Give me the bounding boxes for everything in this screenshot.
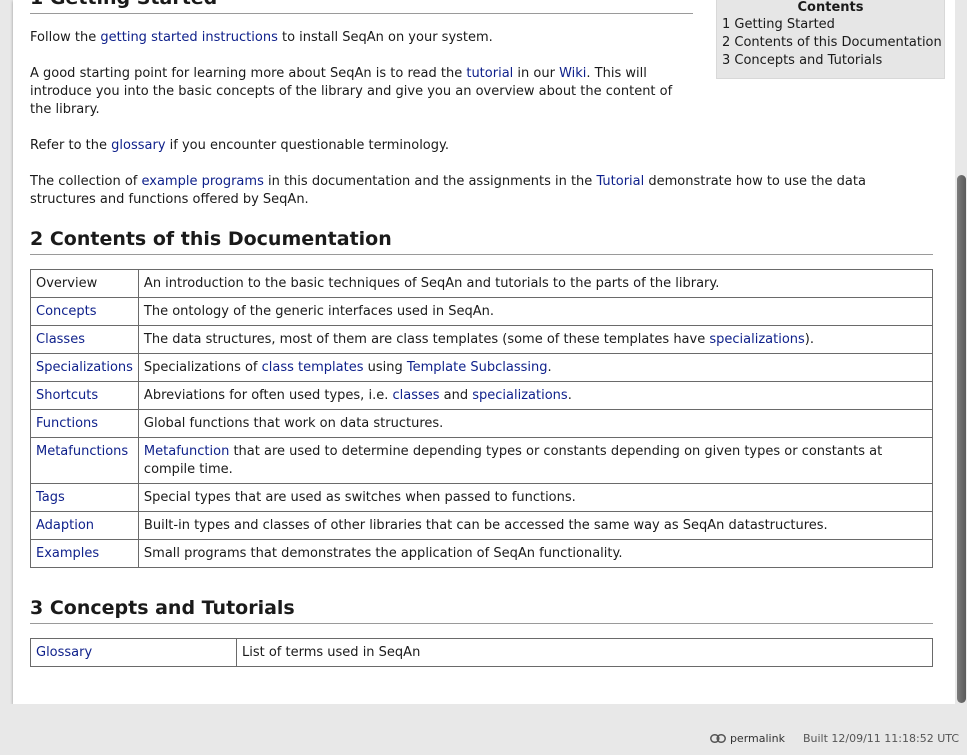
template-subclassing-link[interactable]: Template Subclassing — [407, 360, 548, 375]
row-desc-concepts: The ontology of the generic interfaces u… — [137, 297, 934, 326]
class-templates-link[interactable]: class templates — [262, 360, 364, 375]
row-name-overview: Overview — [30, 269, 139, 298]
chain-link-icon — [710, 733, 726, 743]
glossary-link[interactable]: glossary — [111, 138, 165, 153]
tutorial-assignments-link[interactable]: Tutorial — [596, 174, 644, 189]
row-desc-examples: Small programs that demonstrates the app… — [137, 539, 934, 568]
adaption-link[interactable]: Adaption — [36, 518, 94, 533]
section-heading-contents: 2 Contents of this Documentation — [30, 227, 933, 255]
table-row: Functions Global functions that work on … — [30, 409, 934, 438]
row-desc-overview: An introduction to the basic techniques … — [137, 269, 934, 298]
table-row: Metafunctions Metafunction that are used… — [30, 437, 934, 484]
toc-item-concepts-tutorials[interactable]: 3 Concepts and Tutorials — [722, 52, 939, 70]
tags-link[interactable]: Tags — [36, 490, 65, 505]
paragraph-install: Follow the getting started instructions … — [30, 30, 493, 45]
row-desc-specializations: Specializations of class templates using… — [137, 353, 934, 382]
table-row: Examples Small programs that demonstrate… — [30, 539, 934, 568]
specializations-link[interactable]: Specializations — [36, 360, 133, 375]
metafunctions-link[interactable]: Metafunctions — [36, 444, 128, 459]
build-timestamp: Built 12/09/11 11:18:52 UTC — [802, 732, 959, 745]
table-row: Overview An introduction to the basic te… — [30, 269, 934, 298]
toc-title: Contents — [797, 0, 864, 15]
glossary-table-link[interactable]: Glossary — [36, 645, 92, 660]
toc-item-contents[interactable]: 2 Contents of this Documentation — [722, 34, 942, 52]
table-row: Glossary List of terms used in SeqAn — [30, 638, 933, 667]
row-desc-classes: The data structures, most of them are cl… — [137, 325, 934, 354]
table-row: Adaption Built-in types and classes of o… — [30, 511, 934, 540]
classes-inline-link[interactable]: classes — [392, 388, 439, 403]
paragraph-glossary: Refer to the glossary if you encounter q… — [30, 138, 449, 153]
row-desc-shortcuts: Abreviations for often used types, i.e. … — [137, 381, 934, 410]
row-desc-tags: Special types that are used as switches … — [137, 483, 934, 512]
wiki-link[interactable]: Wiki — [559, 66, 586, 81]
section-heading-getting-started: 1 Getting Started — [30, 0, 693, 14]
getting-started-instructions-link[interactable]: getting started instructions — [100, 30, 277, 45]
concepts-table: Glossary List of terms used in SeqAn — [30, 638, 933, 667]
concepts-link[interactable]: Concepts — [36, 304, 97, 319]
contents-table: Overview An introduction to the basic te… — [30, 269, 934, 568]
specializations-inline-link-2[interactable]: specializations — [472, 388, 567, 403]
classes-link[interactable]: Classes — [36, 332, 85, 347]
table-row: Tags Special types that are used as swit… — [30, 483, 934, 512]
example-programs-link[interactable]: example programs — [141, 174, 263, 189]
shortcuts-link[interactable]: Shortcuts — [36, 388, 98, 403]
metafunction-inline-link[interactable]: Metafunction — [144, 444, 229, 459]
tutorial-link[interactable]: tutorial — [466, 66, 513, 81]
table-row: Concepts The ontology of the generic int… — [30, 297, 934, 326]
examples-link[interactable]: Examples — [36, 546, 99, 561]
table-of-contents: Contents 1 Getting Started 2 Contents of… — [716, 0, 945, 79]
footer-info: permalink Built 12/09/11 11:18:52 UTC — [710, 732, 959, 745]
specializations-inline-link[interactable]: specializations — [709, 332, 804, 347]
row-desc-metafunctions: Metafunction that are used to determine … — [137, 437, 934, 484]
vertical-scrollbar-thumb[interactable] — [957, 175, 966, 703]
row-desc-glossary: List of terms used in SeqAn — [236, 638, 933, 667]
table-row: Specializations Specializations of class… — [30, 353, 934, 382]
row-desc-functions: Global functions that work on data struc… — [137, 409, 934, 438]
table-row: Shortcuts Abreviations for often used ty… — [30, 381, 934, 410]
table-row: Classes The data structures, most of the… — [30, 325, 934, 354]
row-desc-adaption: Built-in types and classes of other libr… — [137, 511, 934, 540]
section-heading-concepts-tutorials: 3 Concepts and Tutorials — [30, 596, 933, 624]
documentation-page: 1 Getting Started Follow the getting sta… — [13, 0, 955, 704]
paragraph-tutorial: A good starting point for learning more … — [30, 66, 673, 117]
toc-item-getting-started[interactable]: 1 Getting Started — [722, 16, 939, 34]
page-footer: permalink Built 12/09/11 11:18:52 UTC — [0, 704, 967, 755]
permalink-link[interactable]: permalink — [730, 732, 785, 745]
functions-link[interactable]: Functions — [36, 416, 98, 431]
paragraph-examples: The collection of example programs in th… — [30, 174, 866, 207]
